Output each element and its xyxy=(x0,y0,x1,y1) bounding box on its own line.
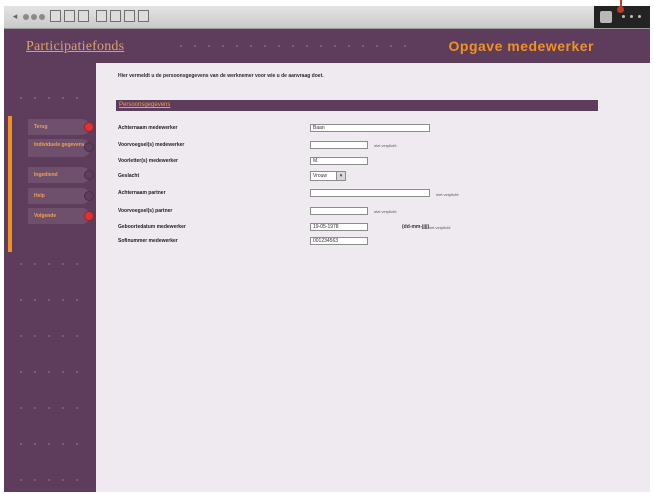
sidebar-item-label: Ingediend xyxy=(34,172,58,178)
sidebar-dots xyxy=(14,371,86,373)
status-dot-icon xyxy=(622,15,625,18)
sidebar-item-individuele-gegevens[interactable]: Individuele gegevens xyxy=(28,139,94,157)
marker-icon xyxy=(84,211,94,221)
back-icon[interactable]: ◂ xyxy=(10,11,20,21)
optional-note: niet verplicht xyxy=(374,143,397,148)
search-icon[interactable] xyxy=(64,10,75,22)
label-voorvoegsels-partner: Voorvoegsel(s) partner xyxy=(118,208,173,214)
section-title: Persoonsgegevens xyxy=(119,102,171,108)
status-dot-icon xyxy=(638,15,641,18)
lock-icon xyxy=(600,11,612,23)
label-voorvoegsels-medewerker: Voorvoegsel(s) medewerker xyxy=(118,142,185,148)
sidebar-dots xyxy=(14,97,86,99)
label-geslacht: Geslacht xyxy=(118,173,140,179)
achternaam-medewerker-input[interactable]: Baan xyxy=(310,124,430,132)
tab-knob-icon xyxy=(84,142,94,152)
marker-icon xyxy=(84,122,94,132)
app-title[interactable]: Participatiefonds xyxy=(26,39,124,55)
header-dots xyxy=(174,45,414,47)
sidebar-item-help[interactable]: Help xyxy=(28,188,94,204)
optional-note: niet verplicht xyxy=(374,209,397,214)
refresh-icon[interactable] xyxy=(39,14,45,20)
voorletters-medewerker-input[interactable]: M. xyxy=(310,157,368,165)
app-header: Participatiefonds Opgave medewerker xyxy=(4,29,650,63)
intro-text: Hier vermeldt u de persoonsgegevens van … xyxy=(118,73,324,79)
stop-icon[interactable] xyxy=(31,14,37,20)
main-content: Hier vermeldt u de persoonsgegevens van … xyxy=(96,63,650,492)
label-achternaam-medewerker: Achternaam medewerker xyxy=(118,125,178,131)
sofinummer-medewerker-input[interactable]: 001234563 xyxy=(310,237,368,245)
sidebar-item-volgende[interactable]: Volgende xyxy=(28,208,94,224)
sidebar-dots xyxy=(14,335,86,337)
mail-icon[interactable] xyxy=(110,10,121,22)
history-icon[interactable] xyxy=(96,10,107,22)
sidebar-dots xyxy=(14,443,86,445)
status-dot-icon xyxy=(630,15,633,18)
tab-knob-icon xyxy=(84,170,94,180)
sidebar-dots xyxy=(14,263,86,265)
section-header: Persoonsgegevens xyxy=(116,100,598,111)
optional-note: niet verplicht xyxy=(436,192,459,197)
optional-note: niet verplicht xyxy=(428,225,451,230)
sidebar-item-label: Help xyxy=(34,193,45,199)
annotation-marker xyxy=(617,6,624,13)
calendar-format-hint[interactable]: (dd-mm-jjjj) xyxy=(402,224,429,230)
sidebar-accent-stripe xyxy=(8,116,12,252)
voorvoegsels-partner-input[interactable] xyxy=(310,207,368,215)
voorvoegsels-medewerker-input[interactable] xyxy=(310,141,368,149)
sidebar: Terug Individuele gegevens Ingediend Hel… xyxy=(4,63,96,492)
label-geboortedatum-medewerker: Geboortedatum medewerker xyxy=(118,224,186,230)
home-icon[interactable] xyxy=(50,10,61,22)
sidebar-item-terug[interactable]: Terug xyxy=(28,119,94,135)
sidebar-dots xyxy=(14,479,86,481)
sidebar-item-label: Individuele gegevens xyxy=(34,142,85,148)
favorites-icon[interactable] xyxy=(78,10,89,22)
page-title: Opgave medewerker xyxy=(448,38,594,54)
tab-knob-icon xyxy=(84,191,94,201)
label-voorletters-medewerker: Voorletter(s) medewerker xyxy=(118,158,178,164)
forward-icon[interactable] xyxy=(23,14,29,20)
sidebar-dots xyxy=(14,407,86,409)
sidebar-item-label: Terug xyxy=(34,124,48,130)
geslacht-value: Vrouw xyxy=(313,173,327,179)
sidebar-item-label: Volgende xyxy=(34,213,57,219)
sidebar-item-ingediend[interactable]: Ingediend xyxy=(28,167,94,183)
sidebar-dots xyxy=(14,299,86,301)
label-achternaam-partner: Achternaam partner xyxy=(118,190,166,196)
geslacht-select[interactable]: Vrouw ▾ xyxy=(310,171,346,181)
browser-toolbar: ◂ xyxy=(4,6,650,29)
achternaam-partner-input[interactable] xyxy=(310,189,430,197)
print-icon[interactable] xyxy=(124,10,135,22)
dropdown-arrow-icon[interactable]: ▾ xyxy=(336,172,345,180)
edit-icon[interactable] xyxy=(138,10,149,22)
label-sofinummer-medewerker: Sofinummer medewerker xyxy=(118,238,178,244)
geboortedatum-medewerker-input[interactable]: 19-05-1978 xyxy=(310,223,368,231)
